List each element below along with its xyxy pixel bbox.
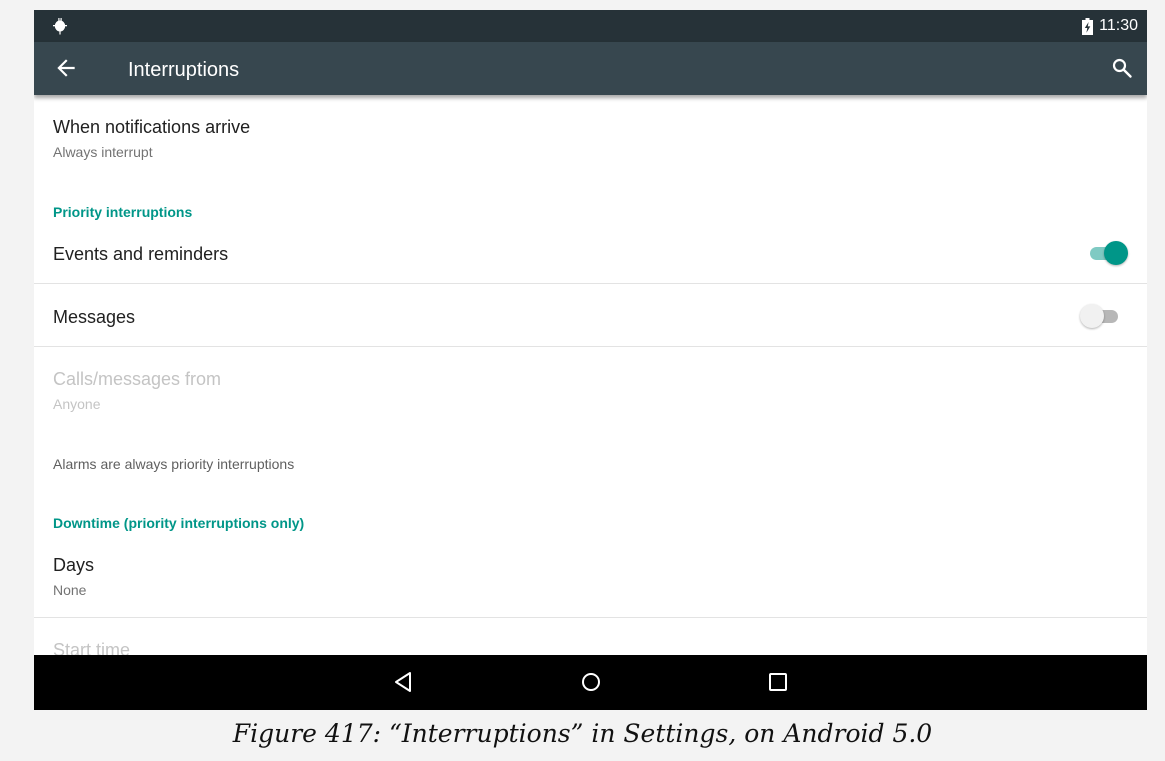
status-bar: 11:30	[34, 10, 1147, 42]
android-debug-icon	[53, 18, 67, 35]
pref-title: Days	[53, 555, 95, 575]
device-screen: 11:30 Interruptions When notifications a…	[34, 10, 1147, 710]
preference-list: When notifications arrive Always interru…	[34, 95, 1147, 655]
divider	[34, 346, 1147, 347]
divider	[34, 617, 1147, 618]
pref-title: Calls/messages from	[53, 369, 222, 389]
alarms-note: Alarms are always priority interruptions	[53, 456, 295, 472]
pref-summary: Always interrupt	[53, 144, 153, 160]
toolbar-title: Interruptions	[128, 59, 240, 81]
category-downtime: Downtime (priority interruptions only)	[53, 515, 305, 531]
nav-home-circle-icon[interactable]	[578, 669, 604, 695]
pref-title: When notifications arrive	[53, 117, 251, 137]
status-right: 11:30	[1082, 10, 1138, 42]
search-icon[interactable]	[1110, 56, 1134, 80]
messages-switch[interactable]	[1080, 304, 1122, 328]
divider	[34, 283, 1147, 284]
nav-recents-square-icon[interactable]	[765, 669, 791, 695]
pref-summary: Anyone	[53, 396, 101, 412]
pref-title: Events and reminders	[53, 244, 229, 264]
category-priority-interruptions: Priority interruptions	[53, 204, 193, 220]
navigation-bar	[34, 655, 1147, 710]
switch-thumb	[1080, 304, 1104, 328]
arrow-back-icon[interactable]	[53, 55, 79, 81]
events-reminders-switch[interactable]	[1086, 241, 1128, 265]
status-time: 11:30	[1099, 17, 1138, 34]
figure-caption: Figure 417: “Interruptions” in Settings,…	[232, 719, 933, 748]
app-toolbar: Interruptions	[34, 42, 1147, 95]
switch-thumb	[1104, 241, 1128, 265]
pref-title: Start time	[53, 640, 131, 655]
nav-back-triangle-icon[interactable]	[391, 669, 417, 695]
battery-charging-icon	[1082, 17, 1094, 35]
pref-title: Messages	[53, 307, 136, 327]
pref-summary: None	[53, 582, 87, 598]
